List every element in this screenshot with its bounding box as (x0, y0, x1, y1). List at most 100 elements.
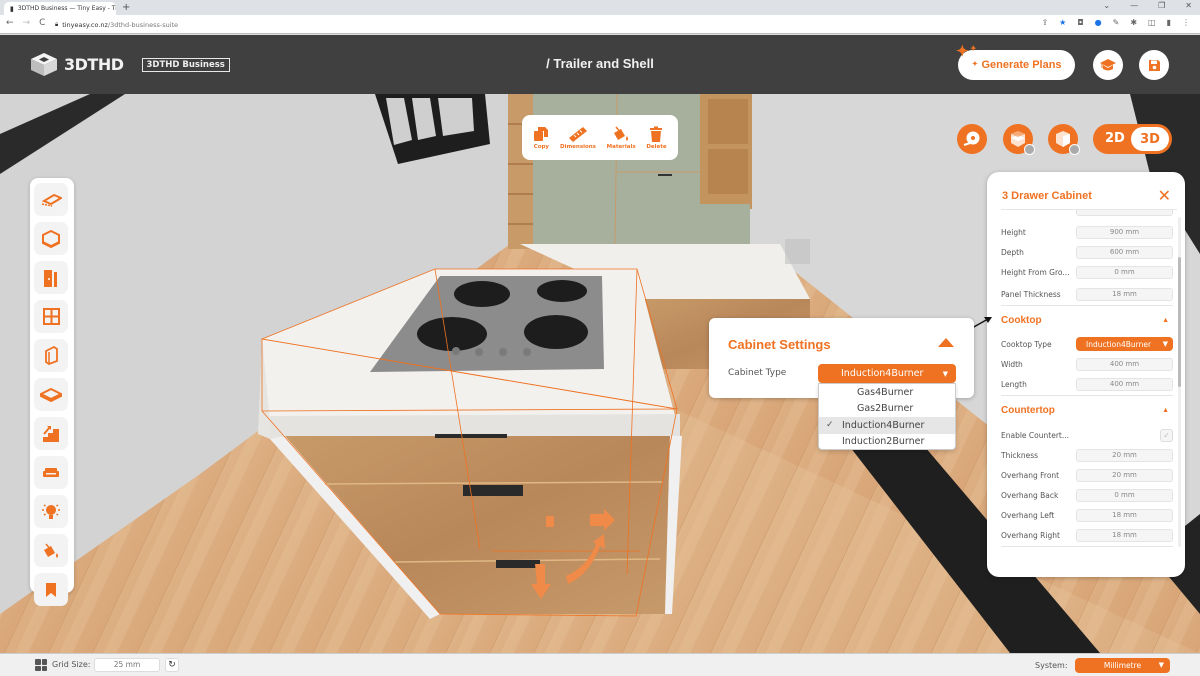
sidebar-item-wall-panel[interactable] (34, 339, 68, 372)
sidebar-item-lighting[interactable] (34, 495, 68, 528)
tab-title: 3DTHD Business — Tiny Easy - Ti (17, 5, 116, 12)
window-controls: ⌄ — ❐ ✕ (1103, 1, 1192, 10)
field-row: Depth 600 mm (1001, 244, 1173, 260)
scrollbar-thumb[interactable] (1178, 257, 1181, 387)
new-tab-button[interactable]: + (122, 2, 130, 13)
view-mode-toggle[interactable]: 2D 3D (1093, 124, 1172, 154)
properties-panel: 3 Drawer Cabinet ✕ Height 900 mm Depth 600… (987, 172, 1185, 577)
close-window-icon[interactable]: ✕ (1185, 1, 1192, 10)
reload-icon[interactable]: C (39, 18, 45, 28)
save-button[interactable] (1139, 50, 1169, 80)
materials-button[interactable]: Materials (607, 126, 636, 150)
option-label: Gas4Burner (857, 386, 914, 398)
maximize-icon[interactable]: ❐ (1158, 1, 1165, 10)
option-label: Induction4Burner (842, 419, 925, 431)
hidden-field[interactable] (1076, 210, 1173, 216)
dropdown-option[interactable]: Gas4Burner (819, 384, 955, 401)
back-icon[interactable]: ← (6, 18, 14, 28)
reset-grid-icon[interactable]: ↻ (165, 658, 179, 672)
countertop-section-header[interactable]: Countertop ▲ (1001, 405, 1173, 416)
box-view-button[interactable] (1048, 124, 1080, 155)
grid-size-input[interactable]: 25 mm (94, 658, 160, 672)
cooktop-type-select[interactable]: Induction4Burner ▼ (1076, 337, 1173, 351)
forward-icon[interactable]: → (23, 18, 31, 28)
copy-label: Copy (533, 143, 549, 150)
measure-tape-button[interactable] (957, 124, 987, 154)
sidebar-item-furniture[interactable] (34, 456, 68, 489)
copy-icon (534, 126, 549, 141)
url-input[interactable]: 🔒︎ tinyeasy.co.nz/3dthd-business-suite (55, 18, 1055, 31)
panel-thickness-input[interactable]: 18 mm (1076, 287, 1173, 301)
dropdown-option-selected[interactable]: ✓ Induction4Burner (819, 417, 955, 434)
dimensions-button[interactable]: Dimensions (560, 126, 596, 150)
extension-blue-icon[interactable]: ● (1095, 18, 1102, 27)
toggle-2d[interactable]: 2D (1105, 131, 1125, 146)
sidebar-item-floor[interactable] (34, 183, 68, 216)
generate-plans-button[interactable]: ✦ ✦ ✦ Generate Plans (956, 44, 1075, 80)
panel-scrollbar[interactable] (1178, 217, 1181, 547)
trash-icon (650, 126, 663, 142)
delete-button[interactable]: Delete (646, 126, 667, 150)
unit-system-select[interactable]: Millimetre ▼ (1075, 658, 1170, 673)
grid-icon (35, 659, 47, 671)
field-label: Width (1001, 359, 1023, 369)
window-icon (42, 308, 60, 325)
thickness-input[interactable]: 20 mm (1076, 448, 1173, 462)
sidebar-item-materials[interactable] (34, 534, 68, 567)
overhang-front-input[interactable]: 20 mm (1076, 468, 1173, 482)
platform-icon (40, 387, 62, 402)
overhang-back-input[interactable]: 0 mm (1076, 488, 1173, 502)
overhang-right-input[interactable]: 18 mm (1076, 528, 1173, 542)
field-label: Height From Gro... (1001, 267, 1070, 277)
field-row: Height 900 mm (1001, 224, 1173, 240)
bookmark-star-icon[interactable]: ★ (1059, 18, 1066, 27)
field-row: Length 400 mm (1001, 376, 1173, 392)
cooktop-length-input[interactable]: 400 mm (1076, 377, 1173, 391)
copy-button[interactable]: Copy (533, 126, 549, 150)
sidepanel-icon[interactable]: ◫ (1148, 18, 1156, 27)
extensions-area: ⇪ ★ ◘ ● ✎ ✱ ◫ ▮ ⋮ (1041, 18, 1190, 27)
camera-icon[interactable]: ◘ (1077, 18, 1083, 27)
panel-body[interactable]: Height 900 mm Depth 600 mm Height From Gro… (1001, 209, 1177, 549)
app-header: 3DTHD 3DTHD Business / Trailer and Shell… (0, 35, 1200, 94)
field-label: Depth (1001, 247, 1024, 257)
lightbulb-icon (42, 503, 60, 519)
depth-input[interactable]: 600 mm (1076, 245, 1173, 259)
sidebar-item-stairs[interactable] (34, 417, 68, 450)
collapse-caret-icon[interactable] (938, 338, 954, 347)
browser-tab[interactable]: ▮ 3DTHD Business — Tiny Easy - Ti × (4, 2, 116, 15)
dropdown-option[interactable]: Gas2Burner (819, 401, 955, 418)
minimize-icon[interactable]: — (1130, 1, 1138, 10)
overhang-left-input[interactable]: 18 mm (1076, 508, 1173, 522)
collapse-caret-icon[interactable]: ▲ (1162, 317, 1169, 324)
close-icon[interactable]: ✕ (1158, 186, 1171, 205)
sidebar-item-door[interactable] (34, 261, 68, 294)
checkmark-icon: ✓ (826, 420, 834, 431)
room-view-button[interactable] (1003, 124, 1035, 155)
enable-countertop-checkbox[interactable]: ✓ (1160, 428, 1173, 442)
height-input[interactable]: 900 mm (1076, 225, 1173, 239)
toggle-3d[interactable]: 3D (1131, 127, 1169, 151)
cooktop-section-header[interactable]: Cooktop ▲ (1001, 315, 1173, 326)
sidebar-item-room[interactable] (34, 222, 68, 255)
field-row: Overhang Back 0 mm (1001, 487, 1173, 503)
tab-search-icon[interactable]: ⌄ (1103, 1, 1110, 10)
puzzle-icon[interactable]: ✱ (1130, 18, 1137, 27)
cooktop-width-input[interactable]: 400 mm (1076, 357, 1173, 371)
share-icon[interactable]: ⇪ (1041, 18, 1048, 27)
field-row: Height From Gro... 0 mm (1001, 264, 1173, 280)
lock-icon: 🔒︎ (55, 20, 59, 28)
sidebar-item-window[interactable] (34, 300, 68, 333)
menu-icon[interactable]: ⋮ (1182, 18, 1190, 27)
sidebar-item-bookmark[interactable] (34, 573, 68, 606)
cabinet-type-select[interactable]: Induction4Burner ▼ (818, 364, 956, 383)
eyedropper-icon[interactable]: ✎ (1113, 18, 1120, 27)
sidebar-item-platform[interactable] (34, 378, 68, 411)
dropdown-option[interactable]: Induction2Burner (819, 434, 955, 451)
profile-icon[interactable]: ▮ (1167, 18, 1171, 27)
collapse-caret-icon[interactable]: ▲ (1162, 407, 1169, 414)
height-from-ground-input[interactable]: 0 mm (1076, 265, 1173, 279)
select-value: Induction4Burner (1086, 339, 1152, 349)
grid-size-label: Grid Size: (52, 660, 91, 669)
tutorial-button[interactable] (1093, 50, 1123, 80)
